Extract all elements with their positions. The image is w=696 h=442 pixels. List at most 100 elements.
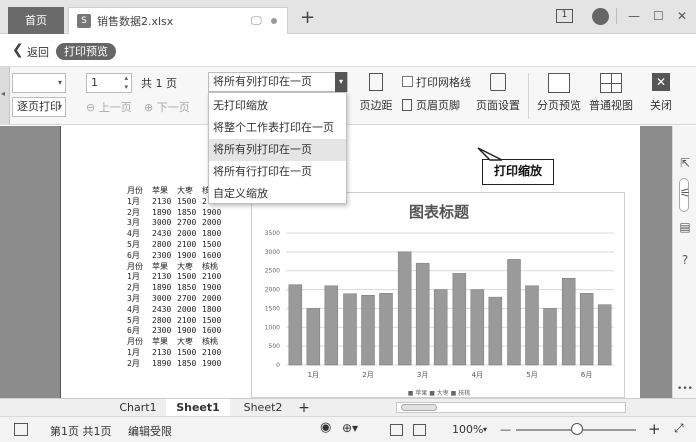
right-tool-strip: ⇱ ⚟ ▤ ? ••• bbox=[672, 126, 696, 398]
prev-page-button[interactable]: ⊖ 上一页 bbox=[86, 99, 132, 115]
page-indicator-icon[interactable]: 1 bbox=[556, 9, 573, 23]
table-cell: 2430 bbox=[152, 304, 172, 314]
margins-button[interactable]: 页边距 bbox=[357, 73, 395, 113]
clipboard-icon[interactable]: ▤ bbox=[677, 220, 693, 234]
input-mode-icon[interactable]: ⊕▾ bbox=[342, 421, 358, 435]
table-cell: 1850 bbox=[177, 207, 197, 217]
table-cell: 2100 bbox=[202, 272, 222, 282]
horizontal-scrollbar-thumb[interactable] bbox=[401, 404, 437, 411]
separator-icon bbox=[616, 8, 617, 24]
table-cell: 大枣 bbox=[177, 337, 193, 347]
cursor-pointer-icon[interactable]: ⇱ bbox=[677, 156, 693, 170]
add-sheet-button[interactable]: + bbox=[296, 399, 312, 417]
table-cell: 2月 bbox=[127, 283, 140, 293]
ribbon-divider bbox=[528, 73, 529, 119]
y-tick-label: 3500 bbox=[265, 230, 280, 237]
bar bbox=[397, 251, 412, 366]
help-icon[interactable]: ? bbox=[677, 253, 693, 267]
more-icon[interactable]: ••• bbox=[677, 384, 693, 394]
maximize-button[interactable]: ☐ bbox=[653, 7, 664, 25]
page-break-preview-button[interactable]: 分页预览 bbox=[534, 73, 584, 113]
table-row: 5月 2800 2100 1500 bbox=[127, 316, 227, 327]
zoom-level-select[interactable]: 100% bbox=[452, 423, 483, 436]
table-cell: 1850 bbox=[177, 283, 197, 293]
horizontal-scrollbar[interactable] bbox=[396, 402, 626, 413]
scale-option-fit-rows[interactable]: 将所有行打印在一页 bbox=[209, 161, 346, 183]
bar bbox=[579, 293, 594, 366]
monitor-icon[interactable]: 🖵 bbox=[251, 14, 262, 28]
data-table: 月份苹果大枣核桃1月2130150021002月1890185019003月30… bbox=[127, 186, 227, 370]
fullscreen-icon[interactable]: ⤢ bbox=[674, 421, 684, 436]
table-cell: 1月 bbox=[127, 347, 140, 357]
back-button[interactable]: 返回 bbox=[27, 44, 49, 60]
y-tick-label: 1500 bbox=[265, 305, 280, 312]
table-cell: 1800 bbox=[202, 304, 222, 314]
print-preview-ribbon: ◂ ▾ 逐页打印 ▾ 1 ▴ ▾ 共 1 页 ⊖ 上一页 ⊕ 下一页 将所有列打印在一… bbox=[0, 67, 696, 125]
zoom-slider-handle[interactable] bbox=[571, 423, 583, 435]
chevron-down-icon[interactable]: ▾ bbox=[335, 72, 347, 92]
print-scale-select[interactable]: 将所有列打印在一页 ▾ bbox=[208, 72, 348, 92]
sliders-icon[interactable]: ⚟ bbox=[677, 186, 693, 200]
print-gridlines-checkbox[interactable]: 打印网格线 bbox=[402, 74, 471, 90]
y-axis-labels: 0 500 1000 1500 2000 2500 3000 3500 bbox=[265, 230, 280, 369]
eye-protect-icon[interactable]: ◉ bbox=[320, 420, 331, 435]
print-order-select[interactable]: 逐页打印 ▾ bbox=[12, 97, 66, 117]
tab-home[interactable]: 首页 bbox=[8, 7, 64, 34]
edit-restricted-label[interactable]: 编辑受限 bbox=[128, 423, 172, 439]
normal-view-button[interactable]: 普通视图 bbox=[588, 73, 634, 113]
table-cell: 5月 bbox=[127, 315, 140, 325]
table-cell: 3月 bbox=[127, 293, 140, 303]
sheet-tab-sheet2[interactable]: Sheet2 bbox=[232, 399, 294, 417]
bar bbox=[288, 284, 303, 366]
table-cell: 1500 bbox=[202, 239, 222, 249]
table-cell: 月份 bbox=[127, 186, 143, 195]
x-tick-label: 1月 bbox=[308, 371, 319, 379]
stepper-arrows-icon[interactable]: ▴ ▾ bbox=[124, 74, 128, 92]
zoom-out-button[interactable]: — bbox=[500, 423, 511, 436]
table-cell: 2100 bbox=[177, 315, 197, 325]
status-bar: 第1页 共1页 编辑受限 ◉ ⊕▾ 100% ▾ — + ⤢ bbox=[0, 416, 696, 442]
scale-option-fit-sheet[interactable]: 将整个工作表打印在一页 bbox=[209, 117, 346, 139]
new-tab-button[interactable]: + bbox=[300, 9, 315, 27]
close-window-button[interactable]: ✕ bbox=[677, 7, 687, 25]
sheet-tab-chart1[interactable]: Chart1 bbox=[112, 399, 164, 417]
page-number-stepper[interactable]: 1 ▴ ▾ bbox=[86, 73, 132, 93]
scale-option-fit-columns[interactable]: 将所有列打印在一页 bbox=[209, 139, 346, 161]
table-cell: 1600 bbox=[202, 326, 222, 336]
normal-layout-icon[interactable] bbox=[390, 424, 403, 436]
ribbon-scroll-left-icon[interactable]: ◂ bbox=[0, 67, 10, 125]
y-tick-label: 3000 bbox=[265, 249, 280, 256]
header-footer-button[interactable]: 页眉页脚 bbox=[402, 97, 460, 113]
bar bbox=[543, 308, 557, 366]
scale-option-custom[interactable]: 自定义缩放 bbox=[209, 183, 346, 205]
next-page-button[interactable]: ⊕ 下一页 bbox=[144, 99, 190, 115]
page-break-preview-icon bbox=[548, 73, 570, 93]
back-arrow-icon[interactable]: ❮ bbox=[12, 42, 24, 58]
arrow-right-circle-icon: ⊕ bbox=[144, 101, 154, 114]
margins-icon bbox=[369, 73, 383, 91]
table-cell: 1890 bbox=[152, 358, 172, 368]
page-setup-button[interactable]: 页面设置 bbox=[474, 73, 522, 113]
table-cell: 2130 bbox=[152, 272, 172, 282]
sheet-tab-sheet1[interactable]: Sheet1 bbox=[166, 399, 230, 417]
printer-select[interactable]: ▾ bbox=[12, 73, 66, 93]
avatar[interactable] bbox=[592, 8, 609, 25]
scale-option-none[interactable]: 无打印缩放 bbox=[209, 95, 346, 117]
zoom-dropdown-icon[interactable]: ▾ bbox=[483, 425, 487, 434]
minimize-button[interactable]: — bbox=[628, 7, 640, 25]
unsaved-dot-icon bbox=[271, 18, 277, 24]
tab-document[interactable]: S 销售数据2.xlsx 🖵 bbox=[68, 7, 288, 34]
print-preview-badge: 打印预览 bbox=[56, 43, 116, 60]
close-icon: ✕ bbox=[652, 73, 670, 91]
page-layout-icon[interactable] bbox=[413, 424, 426, 436]
table-cell: 1500 bbox=[202, 315, 222, 325]
table-cell: 1500 bbox=[177, 347, 197, 357]
zoom-in-button[interactable]: + bbox=[648, 420, 661, 438]
table-row: 2月 1890 1850 1900 bbox=[127, 359, 227, 370]
table-row: 1月 2130 1500 2100 bbox=[127, 272, 227, 283]
close-preview-button[interactable]: ✕ 关闭 bbox=[646, 73, 676, 113]
print-scale-callout: 打印缩放 bbox=[482, 159, 554, 185]
bar bbox=[525, 285, 539, 366]
table-cell: 月份 bbox=[127, 337, 143, 347]
chart-area[interactable]: 图表标题 1月 2月 3月 4月 5月 6月 0 500 1000 1500 2000 2500 30… bbox=[251, 192, 625, 398]
